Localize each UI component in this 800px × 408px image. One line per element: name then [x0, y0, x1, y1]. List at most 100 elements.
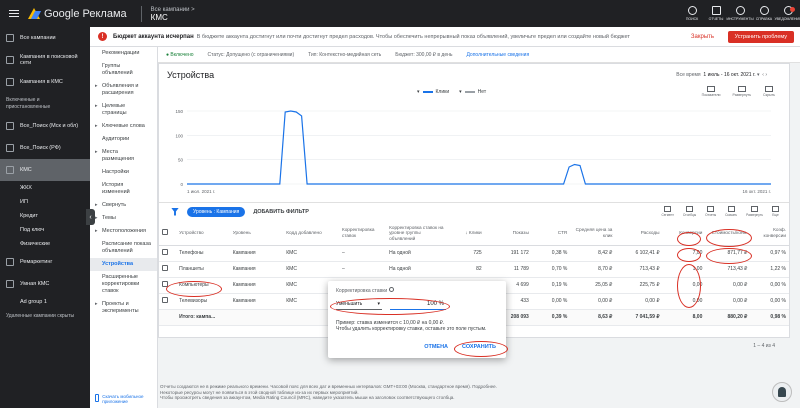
toolbar-wrench-button[interactable]: Инструменты: [726, 0, 754, 27]
table-tool-icon: [707, 206, 715, 212]
table-tool-button[interactable]: Сегмент: [661, 206, 674, 217]
select-all-checkbox[interactable]: [162, 229, 168, 235]
filter-icon[interactable]: [171, 207, 179, 216]
nav-item-adgroup[interactable]: Под ключ: [0, 223, 90, 237]
table-tool-button[interactable]: Развернуть: [746, 206, 763, 217]
person-icon: [778, 387, 786, 397]
table-cell: 0,00 ₽: [705, 293, 751, 310]
table-tool-label: Сегмент: [661, 213, 674, 217]
page-menu-item[interactable]: История изменений: [90, 179, 157, 199]
column-header[interactable]: CTR: [531, 221, 571, 246]
campaign-state[interactable]: ● Включено: [166, 52, 194, 58]
page-menu-item[interactable]: Проекты и эксперименты: [90, 298, 157, 318]
campaign-icon: [6, 56, 14, 64]
table-cell: 191 172: [484, 245, 532, 262]
bid-adjustment-cell[interactable]: –: [338, 261, 387, 278]
nav-item-campaign[interactable]: Все_Поиск (РФ): [0, 137, 90, 159]
nav-item-adgroup[interactable]: Ad group 1: [0, 295, 90, 309]
fix-problem-button[interactable]: Устранить проблему: [727, 31, 794, 43]
toolbar: Поиск Отчеты Инструменты Справка Уведомления: [680, 0, 800, 27]
table-cell: 8,70 ₽: [570, 261, 616, 278]
page-menu-item[interactable]: Места размещения: [90, 146, 157, 166]
page-menu-item[interactable]: Группы объявлений: [90, 60, 157, 80]
toolbar-bell-button[interactable]: Уведомления: [774, 0, 800, 27]
page-menu-item[interactable]: Свернуть: [90, 199, 157, 212]
page-menu-item[interactable]: Темы: [90, 212, 157, 225]
column-header[interactable]: Средняя цена за клик: [570, 221, 616, 246]
budget-info[interactable]: Бюджет: 300,00 ₽ в день: [395, 52, 452, 58]
account-selector[interactable]: Все кампании > КМС: [151, 6, 195, 22]
table-cell: 25,05 ₽: [570, 277, 616, 294]
page-menu-item[interactable]: Объявления и расширения: [90, 80, 157, 100]
google-ads-logo-icon: [28, 8, 40, 19]
column-header[interactable]: Корректировка ставок на уровне группы об…: [386, 221, 451, 246]
total-cell: 880,20 ₽: [705, 309, 751, 326]
page-menu-item[interactable]: Настройки: [90, 166, 157, 179]
menu-icon[interactable]: [9, 9, 19, 18]
nav-item-campaign[interactable]: Умная КМС: [0, 273, 90, 295]
page-menu-item[interactable]: Аудитории: [90, 133, 157, 146]
nav-item-campaign[interactable]: Кампания в КМС: [0, 71, 90, 93]
table-tools: Сегмент Столбцы Отчеты Скачать Развернуть Еще: [661, 206, 779, 217]
table-tool-button[interactable]: Столбцы: [683, 206, 696, 217]
row-checkbox[interactable]: [162, 265, 168, 271]
column-header[interactable]: Показы: [484, 221, 532, 246]
column-header[interactable]: Корректировка ставок: [338, 221, 387, 246]
page-menu-item[interactable]: Целевые страницы: [90, 100, 157, 120]
nav-item-campaign[interactable]: Все_Поиск (Мск и обл): [0, 115, 90, 137]
column-header[interactable]: Уровень: [229, 221, 284, 246]
page-menu-item[interactable]: Местоположения: [90, 225, 157, 238]
table-tool-icon: [772, 206, 779, 212]
nav-item-label: Кампания в поисковой сети: [20, 54, 78, 66]
y-tick-label: 0: [180, 182, 183, 187]
column-header[interactable]: Расходы: [615, 221, 663, 246]
page-menu-item[interactable]: Ключевые слова: [90, 120, 157, 133]
nav-item-label: Все кампании: [20, 35, 56, 41]
page-menu-item[interactable]: Рекомендации: [90, 47, 157, 60]
nav-item-campaign[interactable]: Все кампании: [0, 27, 90, 49]
nav-item-campaign[interactable]: Ремаркетинг: [0, 251, 90, 273]
nav-item-adgroup[interactable]: Физические: [0, 237, 90, 251]
total-cell: 8,63 ₽: [570, 309, 616, 326]
add-filter-button[interactable]: ДОБАВИТЬ ФИЛЬТР: [253, 209, 309, 215]
google-ads-logo[interactable]: Google Реклама: [28, 8, 127, 20]
download-app-link[interactable]: Скачать мобильное приложение: [90, 392, 158, 406]
page-menu-item[interactable]: Расширенные корректировки ставок: [90, 271, 157, 298]
table-tool-button[interactable]: Еще: [772, 206, 779, 217]
level-filter-chip[interactable]: Уровень : Кампания: [187, 206, 246, 217]
table-cell: 0,70 %: [531, 261, 571, 278]
column-header[interactable]: Устройство: [176, 221, 230, 246]
table-cell: 0,38 %: [531, 245, 571, 262]
row-checkbox[interactable]: [162, 249, 168, 255]
y-tick-label: 50: [178, 158, 184, 163]
column-header[interactable]: Кодд добавлено: [283, 221, 339, 246]
details-link[interactable]: Дополнительные сведения: [466, 52, 529, 58]
toolbar-label: Справка: [755, 17, 773, 21]
toolbar-search-button[interactable]: Поиск: [680, 0, 704, 27]
bid-adjustment-cell[interactable]: –: [338, 245, 387, 262]
row-checkbox[interactable]: [162, 297, 168, 303]
page-menu-item[interactable]: Устройства: [90, 258, 157, 271]
page-menu: РекомендацииГруппы объявленийОбъявления …: [90, 47, 158, 408]
table-cell: 713,43 ₽: [615, 261, 663, 278]
phone-icon: [95, 394, 100, 402]
table-tool-button[interactable]: Скачать: [725, 206, 737, 217]
banner-close-button[interactable]: Закрыть: [687, 31, 718, 43]
table-tool-button[interactable]: Отчеты: [705, 206, 716, 217]
nav-item-campaign[interactable]: КМС: [0, 159, 90, 181]
nav-item-adgroup[interactable]: ЖКХ: [0, 181, 90, 195]
annotation-oval: [330, 298, 450, 315]
toolbar-help-button[interactable]: Справка: [752, 0, 776, 27]
column-header[interactable]: Коэф. конверсии: [750, 221, 789, 246]
nav-item-adgroup[interactable]: ИП: [0, 195, 90, 209]
nav-item-campaign[interactable]: Кампания в поисковой сети: [0, 49, 90, 71]
column-header[interactable]: ↓ Клики: [450, 221, 485, 246]
table-cell: 0,00 %: [750, 293, 789, 310]
toolbar-reports-button[interactable]: Отчеты: [704, 0, 728, 27]
nav-item-adgroup[interactable]: Кредит: [0, 209, 90, 223]
cancel-button[interactable]: ОТМЕНА: [424, 344, 448, 350]
help-icon[interactable]: [389, 287, 395, 292]
collapse-nav-button[interactable]: ‹: [86, 209, 95, 225]
notification-badge: [789, 7, 795, 12]
page-menu-item[interactable]: Расписание показа объявлений: [90, 238, 157, 258]
